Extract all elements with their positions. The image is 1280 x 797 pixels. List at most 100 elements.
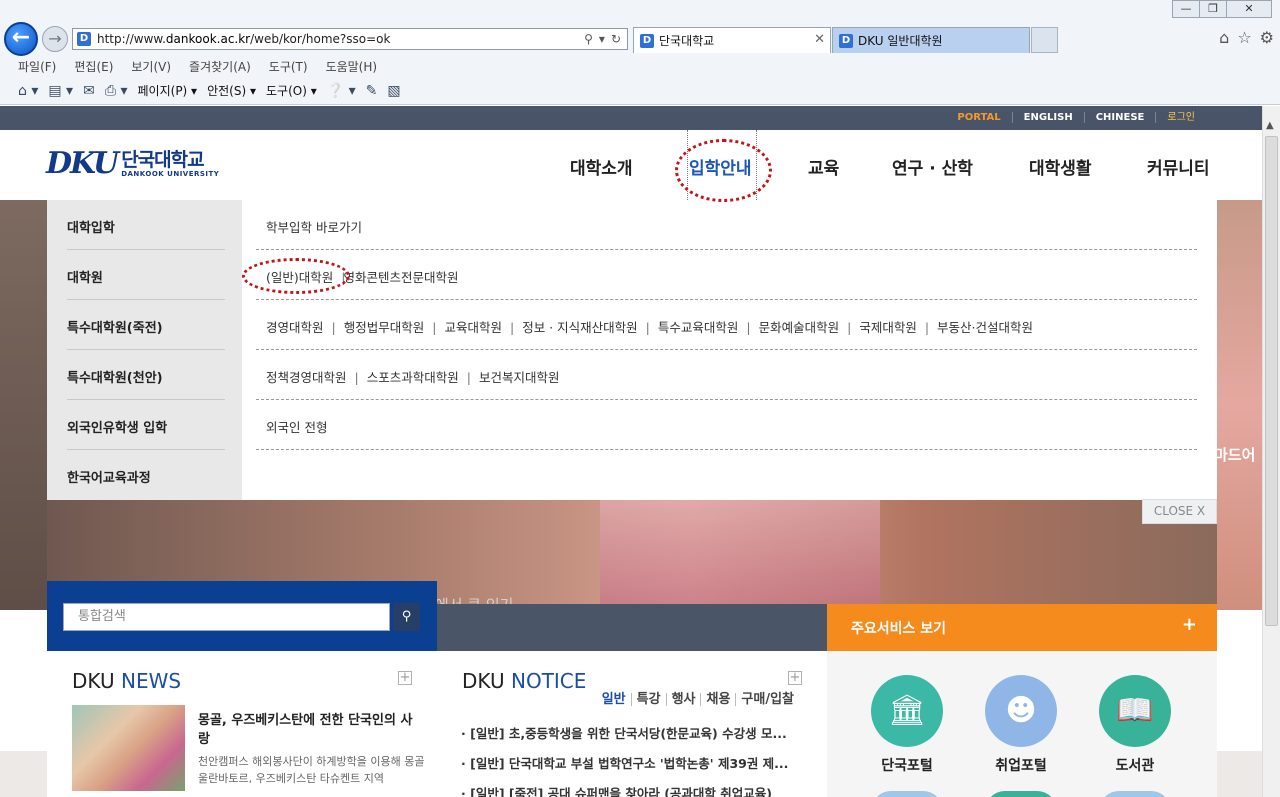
- menu-tools[interactable]: 도구(T): [269, 58, 308, 75]
- onenote-icon[interactable]: ▧: [387, 83, 400, 99]
- link-undergrad-admission[interactable]: 학부입학 바로가기: [266, 220, 362, 235]
- mail-icon[interactable]: ✉: [83, 83, 95, 99]
- search-button[interactable]: ⚲: [393, 603, 420, 631]
- tab-bidding[interactable]: 구매/입찰: [735, 693, 799, 706]
- tools-menu[interactable]: 도구(O) ▾: [266, 82, 317, 99]
- notice-item[interactable]: · [일반] 초,중등학생을 위한 단국서당(한문교육) 수강생 모...: [461, 723, 801, 742]
- search-icon[interactable]: ⚲: [584, 32, 593, 46]
- mega-menu-categories: 대학입학 대학원 특수대학원(죽전) 특수대학원(천안) 외국인유학생 입학 한…: [47, 200, 242, 500]
- notice-item[interactable]: · [일반] [죽전] 공대 슈퍼맨을 찾아라 (공과대학 취업교육): [461, 783, 801, 797]
- chevron-down-icon[interactable]: ▾: [599, 32, 605, 46]
- print-icon[interactable]: ⎙ ▾: [105, 83, 128, 99]
- menu-bar: 파일(F) 편집(E) 보기(V) 즐겨찾기(A) 도구(T) 도움말(H): [18, 58, 377, 75]
- link-admin-law-grad[interactable]: 행정법무대학원: [344, 320, 425, 335]
- close-tab-icon[interactable]: ✕: [814, 32, 825, 47]
- home-icon[interactable]: ⌂: [1219, 28, 1229, 47]
- news-title: DKU NEWS: [72, 669, 182, 693]
- site-header: DKU 단국대학교 DANKOOK UNIVERSITY 대학소개 입학안내 교…: [0, 130, 1262, 200]
- service-career[interactable]: ☻ 취업포털: [976, 675, 1066, 775]
- rss-icon[interactable]: ▤ ▾: [48, 83, 73, 99]
- window-close-button[interactable]: ✕: [1226, 0, 1272, 18]
- research-icon[interactable]: ✎: [366, 83, 378, 99]
- link-foreign-admission[interactable]: 외국인 전형: [266, 420, 327, 435]
- nav-campus-life[interactable]: 대학생활: [1029, 154, 1092, 179]
- link-special-edu-grad[interactable]: 특수교육대학원: [658, 320, 739, 335]
- services-more-button[interactable]: +: [1182, 614, 1197, 635]
- home-icon[interactable]: ⌂ ▾: [18, 83, 38, 99]
- forward-button[interactable]: →: [42, 26, 68, 52]
- safety-menu[interactable]: 안전(S) ▾: [207, 82, 256, 99]
- category-special-jukjeon[interactable]: 특수대학원(죽전): [67, 317, 163, 336]
- service-library[interactable]: 📖 도서관: [1090, 675, 1180, 775]
- category-undergrad[interactable]: 대학입학: [67, 217, 115, 236]
- page-menu[interactable]: 페이지(P) ▾: [138, 82, 198, 99]
- notice-title: DKU NOTICE: [462, 669, 587, 693]
- gear-icon[interactable]: ⚙: [1260, 28, 1274, 47]
- notice-item[interactable]: · [일반] 단국대학교 부설 법학연구소 '법학논총' 제39권 제...: [461, 753, 801, 772]
- tab-event[interactable]: 행사: [665, 693, 701, 706]
- star-icon[interactable]: ☆: [1237, 28, 1251, 47]
- book-icon: 📖: [1116, 693, 1154, 728]
- tab-graduate[interactable]: D DKU 일반대학원: [832, 27, 1030, 53]
- link-realestate-grad[interactable]: 부동산·건설대학원: [937, 320, 1033, 335]
- nav-about[interactable]: 대학소개: [570, 154, 633, 179]
- link-info-ip-grad[interactable]: 정보 · 지식재산대학원: [522, 320, 637, 335]
- address-bar[interactable]: D http://www.dankook.ac.kr/web/kor/home?…: [72, 28, 628, 50]
- category-international[interactable]: 외국인유학생 입학: [67, 417, 167, 436]
- category-special-cheonan[interactable]: 특수대학원(천안): [67, 367, 163, 386]
- logo-korean: 단국대학교: [121, 149, 204, 171]
- category-korean-course[interactable]: 한국어교육과정: [67, 467, 151, 486]
- news-headline[interactable]: 몽골, 우즈베키스탄에 전한 단국인의 사랑: [198, 711, 418, 749]
- maximize-button[interactable]: ❐: [1199, 0, 1227, 18]
- menu-file[interactable]: 파일(F): [18, 58, 56, 75]
- nav-community[interactable]: 커뮤니티: [1147, 154, 1210, 179]
- minimize-button[interactable]: —: [1172, 0, 1200, 18]
- nav-education[interactable]: 교육: [808, 154, 839, 179]
- tab-general[interactable]: 일반: [597, 693, 631, 706]
- portal-link[interactable]: PORTAL: [946, 112, 1011, 123]
- link-sports-grad[interactable]: 스포츠과학대학원: [367, 370, 459, 385]
- search-icon: ⚲: [401, 609, 412, 624]
- close-menu-button[interactable]: CLOSE X: [1142, 499, 1217, 524]
- notice-more-button[interactable]: +: [788, 671, 802, 685]
- url-text[interactable]: http://www.dankook.ac.kr/web/kor/home?ss…: [97, 32, 584, 46]
- help-icon[interactable]: ❔ ▾: [327, 83, 356, 99]
- vertical-scrollbar[interactable]: ▲: [1262, 106, 1280, 797]
- notice-panel: DKU NOTICE + 일반 특강 행사 채용 구매/입찰 · [일반] 초,…: [437, 651, 827, 797]
- nav-research[interactable]: 연구 · 산학: [892, 154, 973, 179]
- chevron-up-icon[interactable]: ▲: [1266, 120, 1274, 131]
- menu-help[interactable]: 도움말(H): [326, 58, 378, 75]
- login-link[interactable]: 로그인: [1155, 112, 1206, 123]
- refresh-icon[interactable]: ↻: [611, 32, 621, 46]
- menu-edit[interactable]: 편집(E): [74, 58, 113, 75]
- chinese-link[interactable]: CHINESE: [1083, 112, 1156, 123]
- news-more-button[interactable]: +: [398, 671, 412, 685]
- scrollbar-thumb[interactable]: [1265, 136, 1278, 626]
- website: PORTAL ENGLISH CHINESE 로그인 DKU 단국대학교 DAN…: [0, 106, 1262, 797]
- favicon-icon: D: [77, 32, 91, 46]
- service-portal[interactable]: 🏛 단국포털: [862, 675, 952, 775]
- english-link[interactable]: ENGLISH: [1011, 112, 1084, 123]
- news-thumbnail[interactable]: [72, 705, 185, 791]
- tab-recruit[interactable]: 채용: [700, 693, 735, 706]
- back-button[interactable]: ←: [4, 22, 38, 56]
- highlight-admission-oval: [675, 139, 772, 202]
- menu-favorites[interactable]: 즐겨찾기(A): [189, 58, 251, 75]
- search-input[interactable]: 통합검색: [63, 603, 390, 631]
- link-education-grad[interactable]: 교육대학원: [444, 320, 502, 335]
- logo-english: DANKOOK UNIVERSITY: [121, 170, 220, 178]
- link-policy-grad[interactable]: 정책경영대학원: [266, 370, 347, 385]
- new-tab-button[interactable]: [1031, 27, 1058, 53]
- menu-view[interactable]: 보기(V): [131, 58, 171, 75]
- link-international-grad[interactable]: 국제대학원: [859, 320, 917, 335]
- link-film-graduate[interactable]: 영화콘텐츠전문대학원: [343, 270, 458, 285]
- link-welfare-grad[interactable]: 보건복지대학원: [479, 370, 560, 385]
- news-description: 천안캠퍼스 해외봉사단이 하계방학을 이용해 몽골 울란바토르, 우즈베키스탄 …: [198, 755, 425, 785]
- link-business-grad[interactable]: 경영대학원: [266, 320, 324, 335]
- link-culture-arts-grad[interactable]: 문화예술대학원: [759, 320, 840, 335]
- building-icon: 🏛: [887, 693, 927, 728]
- logo[interactable]: DKU 단국대학교 DANKOOK UNIVERSITY: [46, 149, 220, 179]
- tab-lecture[interactable]: 특강: [630, 693, 666, 706]
- category-graduate[interactable]: 대학원: [67, 267, 103, 286]
- tab-dankook[interactable]: D 단국대학교 ✕: [633, 27, 831, 53]
